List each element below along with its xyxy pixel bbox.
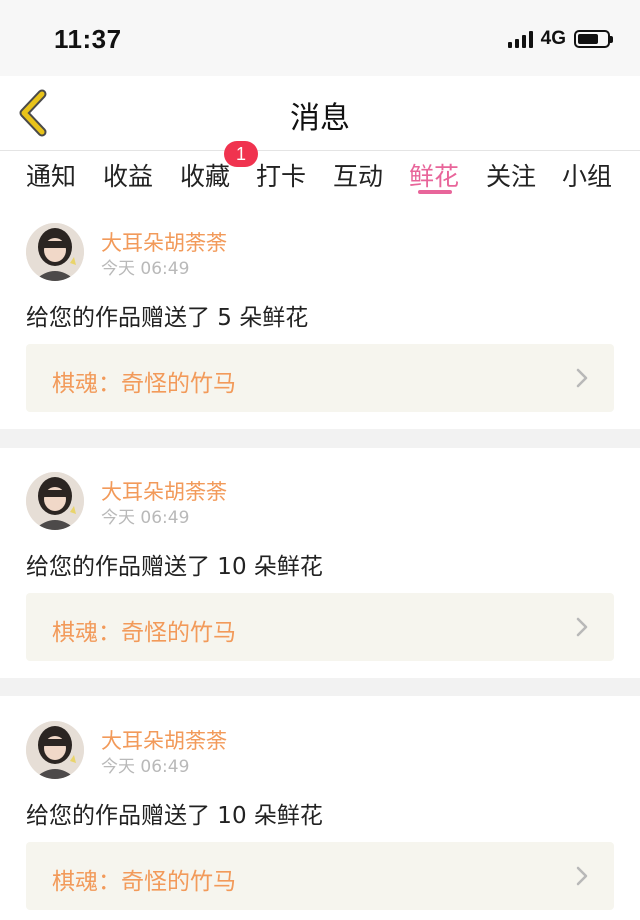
message-time: 今天 06:49 [101, 259, 190, 279]
favorites-badge: 1 [224, 141, 258, 167]
page-title: 消息 [290, 101, 350, 136]
chevron-right-icon [576, 368, 588, 388]
nav-bar: 消息 [0, 76, 640, 151]
chevron-right-icon [576, 617, 588, 637]
tab-flowers[interactable]: 鲜花 [409, 157, 459, 193]
sender-name[interactable]: 大耳朵胡荼荼 [101, 227, 227, 257]
tab-groups[interactable]: 小组 [562, 157, 612, 193]
signal-icon [507, 30, 533, 48]
work-link[interactable]: 棋魂：奇怪的竹马 [26, 593, 614, 661]
tab-favorites[interactable]: 收藏 [180, 157, 230, 193]
work-title: 棋魂：奇怪的竹马 [52, 869, 236, 895]
avatar[interactable] [26, 223, 84, 281]
avatar-image [26, 472, 84, 530]
sender-name[interactable]: 大耳朵胡荼荼 [101, 725, 227, 755]
network-label: 4G [540, 28, 566, 49]
tab-bar: 通知 收益 收藏 打卡 互动 鲜花 关注 小组 [0, 151, 640, 203]
active-tab-indicator [418, 190, 452, 194]
chevron-right-icon [576, 866, 588, 886]
message-text: 给您的作品赠送了 5 朵鲜花 [26, 305, 309, 331]
status-time: 11:37 [54, 24, 122, 54]
tab-notice[interactable]: 通知 [26, 157, 76, 193]
work-link[interactable]: 棋魂：奇怪的竹马 [26, 344, 614, 412]
message-time: 今天 06:49 [101, 757, 190, 777]
message-text: 给您的作品赠送了 10 朵鲜花 [26, 803, 323, 829]
work-title: 棋魂：奇怪的竹马 [52, 620, 236, 646]
work-link[interactable]: 棋魂：奇怪的竹马 [26, 842, 614, 910]
tab-checkin[interactable]: 打卡 [256, 157, 306, 193]
message-card: 大耳朵胡荼荼 今天 06:49 给您的作品赠送了 5 朵鲜花 棋魂：奇怪的竹马 [0, 203, 640, 429]
tab-interaction[interactable]: 互动 [333, 157, 383, 193]
avatar-image [26, 223, 84, 281]
avatar[interactable] [26, 472, 84, 530]
sender-name[interactable]: 大耳朵胡荼荼 [101, 476, 227, 506]
status-indicators: 4G [507, 28, 613, 50]
status-bar: 11:37 4G [0, 0, 640, 76]
battery-icon [574, 30, 613, 48]
message-card: 大耳朵胡荼荼 今天 06:49 给您的作品赠送了 10 朵鲜花 棋魂：奇怪的竹马 [0, 448, 640, 678]
avatar-image [26, 721, 84, 779]
messages-screen: 11:37 4G 消息 通知 收益 收藏 打卡 互动 鲜花 关注 小组 1 大耳… [0, 0, 640, 920]
tab-earnings[interactable]: 收益 [103, 157, 153, 193]
tab-following[interactable]: 关注 [486, 157, 536, 193]
avatar[interactable] [26, 721, 84, 779]
message-card: 大耳朵胡荼荼 今天 06:49 给您的作品赠送了 10 朵鲜花 棋魂：奇怪的竹马 [0, 696, 640, 920]
work-title: 棋魂：奇怪的竹马 [52, 371, 236, 397]
message-text: 给您的作品赠送了 10 朵鲜花 [26, 554, 323, 580]
message-time: 今天 06:49 [101, 508, 190, 528]
